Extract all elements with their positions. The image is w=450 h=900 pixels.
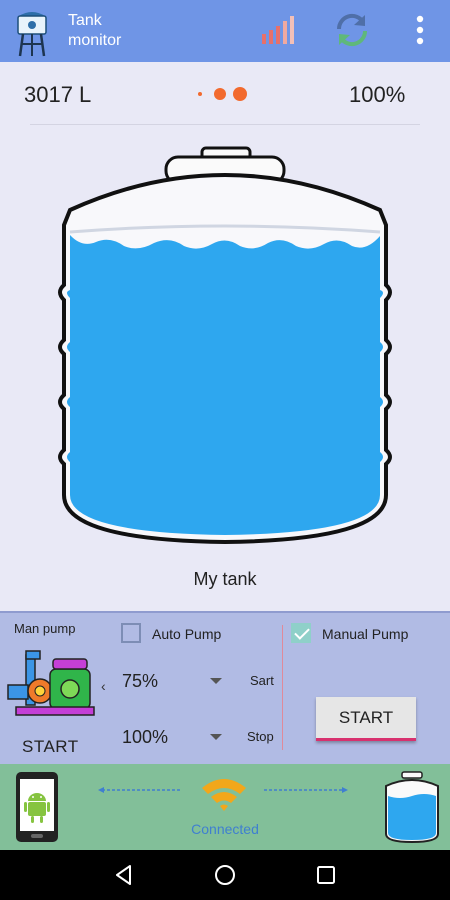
- volume-readout: 3017 L: [24, 82, 92, 107]
- fill-percent: 100%: [349, 82, 406, 107]
- pump-state-label: START: [22, 737, 79, 756]
- app-title-line1: Tank: [68, 12, 102, 29]
- water-tower-icon: [17, 12, 47, 57]
- home-icon[interactable]: [213, 863, 237, 887]
- stop-level-label: Stop: [247, 729, 274, 744]
- auto-pump-label: Auto Pump: [152, 626, 222, 642]
- dropdown-arrow-icon: [210, 678, 222, 684]
- link-arrow-right-icon: [264, 787, 348, 793]
- link-arrow-left-icon: [98, 787, 182, 793]
- stop-level-select[interactable]: 100%: [118, 719, 230, 755]
- stop-level-value: 100%: [122, 727, 169, 747]
- tank-name: My tank: [193, 569, 257, 589]
- man-pump-label: Man pump: [14, 621, 76, 636]
- wifi-icon: [202, 779, 246, 811]
- pump-icon[interactable]: [6, 645, 96, 725]
- page-dot-2: [214, 88, 226, 100]
- app-bar: Tank monitor: [0, 0, 450, 62]
- start-level-select[interactable]: 75%: [118, 663, 230, 699]
- auto-pump-checkbox[interactable]: [121, 623, 141, 643]
- page-dot-3: [233, 87, 247, 101]
- recent-apps-icon[interactable]: [314, 863, 338, 887]
- tank-icon: [385, 771, 439, 844]
- pump-control-panel: Man pump START ‹ Auto Pump Manual Pump 7…: [0, 611, 450, 764]
- system-nav-bar: [0, 850, 450, 900]
- more-vert-icon[interactable]: [408, 12, 432, 50]
- app-title-line2: monitor: [68, 32, 122, 49]
- panel-divider: [282, 625, 283, 750]
- signal-bars-icon[interactable]: [260, 14, 298, 46]
- back-icon[interactable]: [112, 863, 136, 887]
- page-indicator[interactable]: [195, 86, 255, 102]
- divider: [30, 124, 420, 125]
- chevron-left-icon[interactable]: ‹: [101, 678, 106, 694]
- tank-water: [67, 235, 383, 535]
- start-level-value: 75%: [122, 671, 159, 691]
- dropdown-arrow-icon: [210, 734, 222, 740]
- refresh-icon[interactable]: [332, 11, 372, 49]
- connection-bar: Connected: [0, 764, 450, 850]
- manual-pump-label: Manual Pump: [322, 626, 409, 642]
- app-title: Tank monitor: [68, 11, 158, 51]
- manual-pump-checkbox[interactable]: [291, 623, 311, 643]
- page-dot-1: [198, 92, 202, 96]
- tank-graphic: [58, 146, 392, 545]
- start-level-label: Sart: [250, 673, 274, 688]
- start-button[interactable]: START: [316, 697, 416, 741]
